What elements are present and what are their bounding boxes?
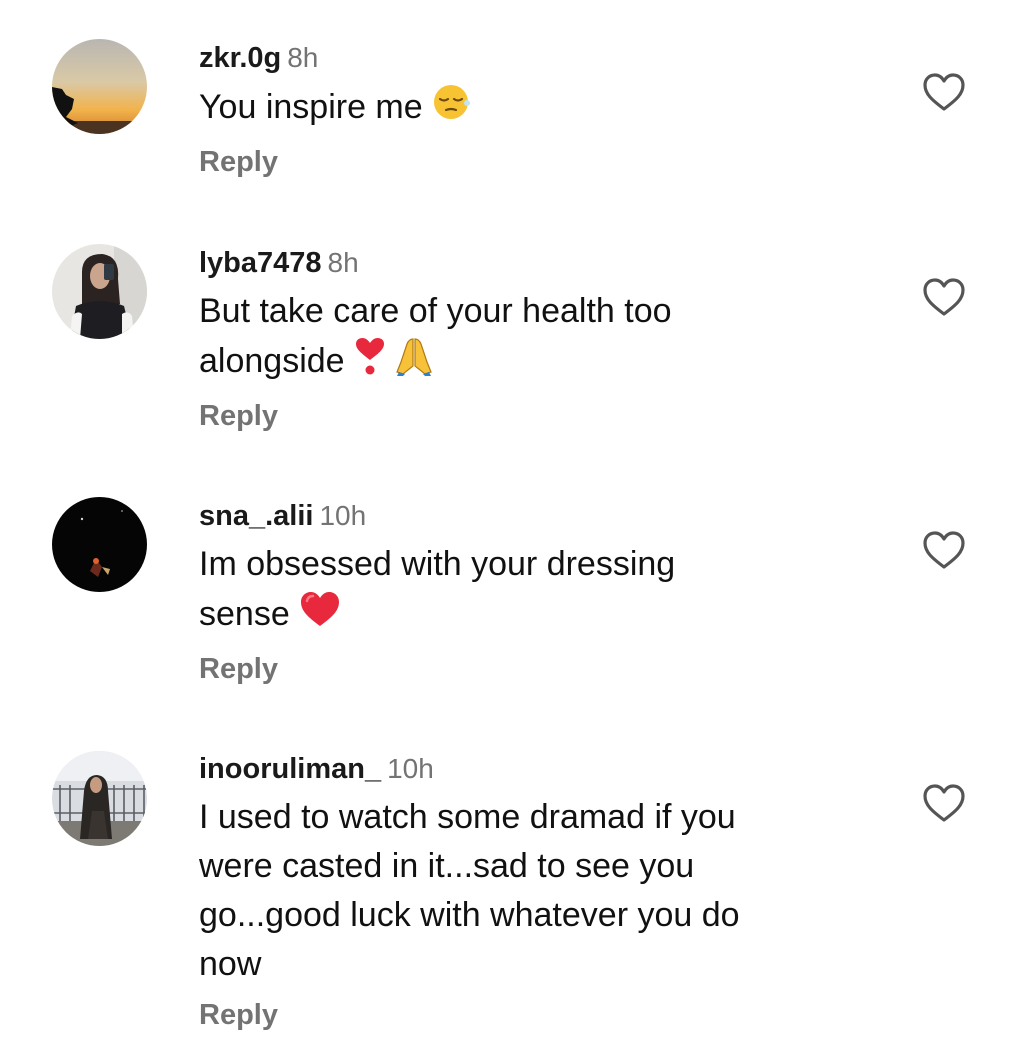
- comment-text-line: were casted in it...sad to see you: [199, 847, 695, 885]
- comment-text-line: I used to watch some dramad if you: [199, 798, 736, 836]
- comment-meta: sna_.alii 10h: [199, 496, 899, 536]
- comment-text-line: sense: [199, 594, 290, 633]
- username[interactable]: sna_.alii: [199, 500, 313, 532]
- heart-outline-icon: [923, 531, 965, 569]
- avatar[interactable]: [52, 39, 147, 134]
- username[interactable]: inooruliman_: [199, 753, 381, 785]
- comment-text: I used to watch some dramad if you were …: [199, 793, 899, 989]
- mirror-selfie-avatar-image: [52, 244, 147, 339]
- comment-text-line: now: [199, 945, 262, 983]
- night-sky-avatar-image: [52, 497, 147, 592]
- red-heart-emoji: [298, 589, 342, 643]
- heart-outline-icon: [923, 278, 965, 316]
- avatar[interactable]: [52, 497, 147, 592]
- like-button[interactable]: [920, 275, 968, 319]
- comment-meta: inooruliman_ 10h: [199, 749, 899, 789]
- comment-meta: lyba7478 8h: [199, 243, 899, 283]
- reply-button[interactable]: Reply: [199, 993, 899, 1037]
- heart-outline-icon: [923, 73, 965, 111]
- folded-hands-emoji: [395, 336, 433, 390]
- reply-button[interactable]: Reply: [199, 394, 899, 438]
- avatar[interactable]: [52, 751, 147, 846]
- heavy-exclamation-heart-emoji: [353, 336, 387, 390]
- username[interactable]: lyba7478: [199, 247, 322, 279]
- timestamp: 10h: [387, 753, 434, 784]
- comment-text-line: Im obsessed with your dressing: [199, 545, 676, 583]
- like-button[interactable]: [920, 781, 968, 825]
- outdoor-portrait-avatar-image: [52, 751, 147, 846]
- reply-button[interactable]: Reply: [199, 140, 899, 184]
- sunset-avatar-image: [52, 39, 147, 134]
- comment-text: Im obsessed with your dressing sense: [199, 540, 899, 643]
- comment-text-line: But take care of your health too: [199, 292, 672, 330]
- comment-text-line: go...good luck with whatever you do: [199, 896, 740, 934]
- timestamp: 10h: [319, 500, 367, 531]
- comment-text-line-wrap: alongside: [199, 336, 899, 390]
- comment-text-line: alongside: [199, 341, 345, 380]
- timestamp: 8h: [327, 247, 359, 278]
- timestamp: 8h: [287, 42, 319, 73]
- comment-text: You inspire me: [199, 82, 899, 136]
- comment-text-line-wrap: sense: [199, 589, 899, 643]
- like-button[interactable]: [920, 70, 968, 114]
- username[interactable]: zkr.0g: [199, 42, 281, 74]
- heart-outline-icon: [923, 784, 965, 822]
- avatar[interactable]: [52, 244, 147, 339]
- comment-meta: zkr.0g 8h: [199, 38, 899, 78]
- relieved-face-emoji: [431, 82, 471, 136]
- comment-text-line: You inspire me: [199, 87, 423, 126]
- like-button[interactable]: [920, 528, 968, 572]
- comment-text: But take care of your health too alongsi…: [199, 287, 899, 390]
- reply-button[interactable]: Reply: [199, 647, 899, 691]
